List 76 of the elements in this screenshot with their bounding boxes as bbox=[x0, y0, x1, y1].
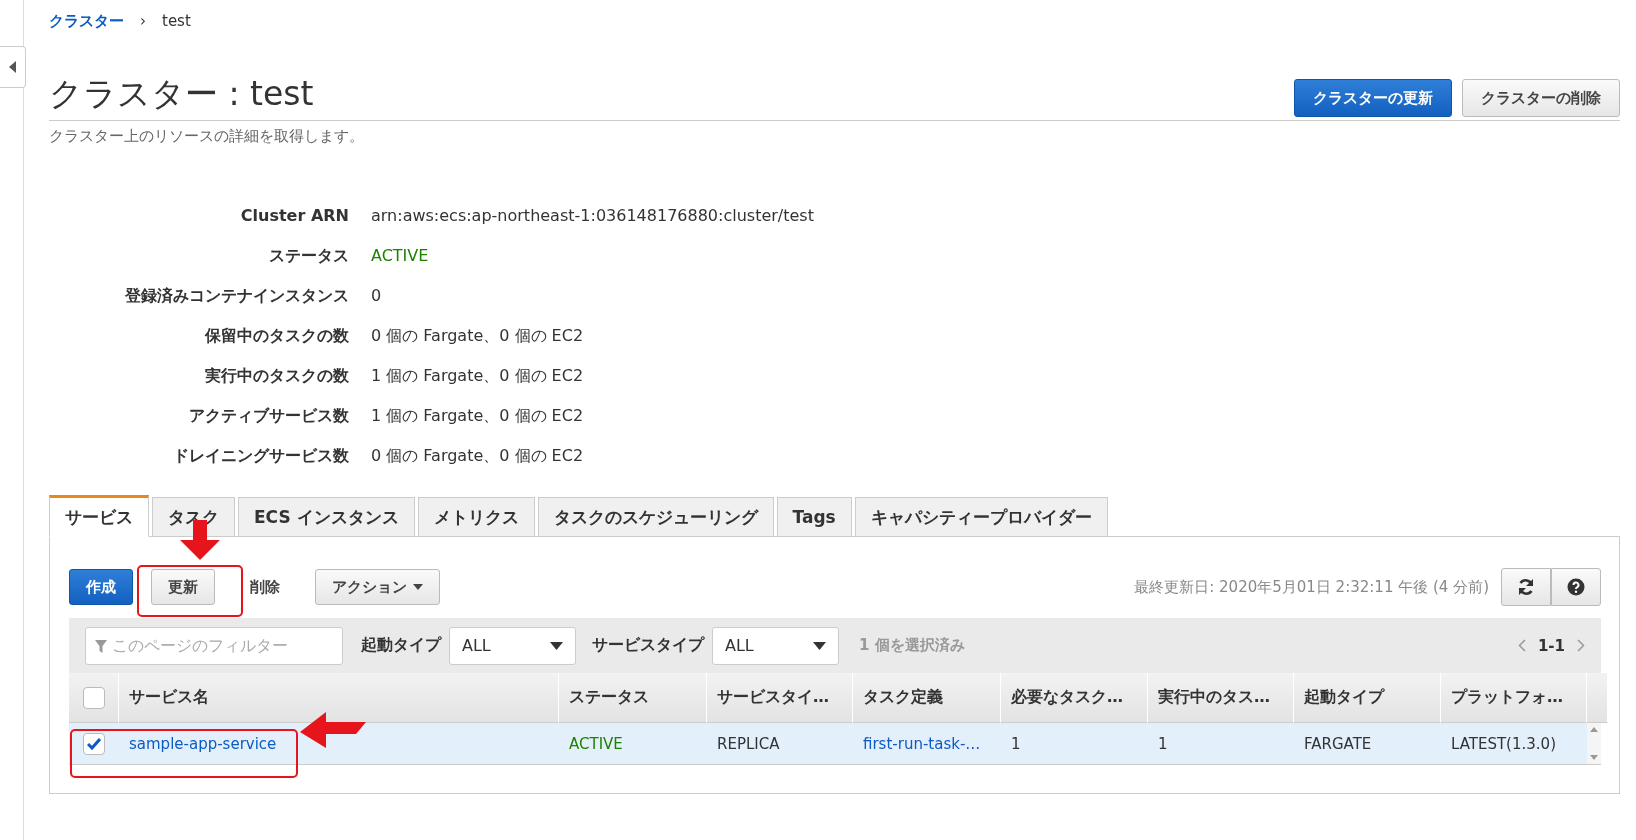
tab[interactable]: ECS インスタンス bbox=[238, 497, 415, 537]
scroll-up-icon[interactable] bbox=[1590, 727, 1598, 732]
caret-icon bbox=[550, 641, 563, 650]
table-link[interactable]: sample-app-service bbox=[119, 723, 559, 765]
detail-label: 保留中のタスクの数 bbox=[203, 325, 349, 347]
selection-count: 1 個を選択済み bbox=[859, 636, 965, 655]
column-header[interactable]: サービス名 bbox=[119, 673, 559, 723]
detail-value: 1 個の Fargate、0 個の EC2 bbox=[371, 405, 585, 427]
filter-field[interactable]: このページのフィルター bbox=[85, 626, 343, 665]
column-header[interactable]: タスク定義 bbox=[853, 673, 1001, 723]
table-cell: FARGATE bbox=[1294, 723, 1441, 765]
table-link[interactable]: first-run-task-… bbox=[853, 723, 1001, 765]
help-button[interactable] bbox=[1551, 568, 1601, 606]
delete-cluster-button[interactable]: クラスターの削除 bbox=[1462, 79, 1620, 117]
detail-label: Cluster ARN bbox=[239, 205, 349, 227]
table-cell: 1 bbox=[1148, 723, 1294, 765]
caret-icon bbox=[813, 641, 826, 650]
filter-dropdown[interactable]: ALL bbox=[712, 626, 839, 665]
column-header[interactable]: 必要なタスク… bbox=[1001, 673, 1148, 723]
table-cell: REPLICA bbox=[707, 723, 853, 765]
tab[interactable]: タスクのスケジューリング bbox=[537, 497, 774, 537]
table-cell: LATEST(1.3.0) bbox=[1441, 723, 1587, 765]
detail-value: 0 個の Fargate、0 個の EC2 bbox=[371, 445, 585, 467]
page-range: 1-1 bbox=[1537, 636, 1565, 655]
detail-value: arn:aws:ecs:ap-northeast-1:036148176880:cluster/test bbox=[371, 205, 815, 227]
tab[interactable]: Tags bbox=[776, 497, 852, 537]
scrollbar[interactable] bbox=[1587, 723, 1601, 765]
page-subtitle: クラスター上のリソースの詳細を取得します。 bbox=[49, 127, 365, 146]
table-cell: 1 bbox=[1001, 723, 1148, 765]
column-header[interactable]: ステータス bbox=[559, 673, 707, 723]
arrow-icon bbox=[300, 712, 366, 748]
next-page-icon[interactable] bbox=[1577, 639, 1585, 652]
detail-label: 登録済みコンテナインスタンス bbox=[124, 285, 349, 307]
column-header[interactable]: プラットフォ… bbox=[1441, 673, 1587, 723]
detail-label: 実行中のタスクの数 bbox=[204, 365, 349, 387]
actions-dropdown[interactable]: アクション bbox=[315, 569, 440, 605]
breadcrumb-link[interactable]: クラスター bbox=[49, 11, 124, 31]
filter-label: サービスタイプ bbox=[592, 635, 704, 656]
detail-value: 1 個の Fargate、0 個の EC2 bbox=[371, 365, 585, 387]
detail-value: 0 bbox=[371, 285, 383, 307]
table-row[interactable] bbox=[69, 723, 119, 765]
last-updated-text: 最終更新日: 2020年5月01日 2:32:11 午後 (4 分前) bbox=[1134, 577, 1489, 597]
filter-dropdown[interactable]: ALL bbox=[449, 626, 576, 665]
refresh-button[interactable] bbox=[1501, 568, 1551, 606]
check-icon bbox=[87, 737, 101, 750]
breadcrumb-separator: › bbox=[140, 12, 146, 30]
caret-icon bbox=[413, 584, 423, 590]
scroll-down-icon[interactable] bbox=[1590, 755, 1598, 760]
detail-label: ステータス bbox=[268, 245, 349, 267]
detail-value: 0 個の Fargate、0 個の EC2 bbox=[371, 325, 585, 347]
page-title: クラスター : test bbox=[49, 73, 314, 115]
refresh-icon bbox=[1517, 578, 1535, 596]
detail-value: ACTIVE bbox=[371, 245, 430, 267]
row-checkbox[interactable] bbox=[83, 732, 105, 755]
column-header[interactable]: 実行中のタス… bbox=[1148, 673, 1294, 723]
select-all-checkbox[interactable] bbox=[83, 686, 105, 709]
caret-icon bbox=[9, 61, 16, 73]
header-cell bbox=[1587, 673, 1608, 723]
breadcrumb-current: test bbox=[162, 12, 191, 30]
tab[interactable]: サービス bbox=[49, 495, 149, 537]
help-icon bbox=[1567, 578, 1585, 596]
tab[interactable]: キャパシティープロバイダー bbox=[854, 497, 1108, 537]
toolbar-button[interactable]: 更新 bbox=[151, 569, 215, 605]
filter-icon bbox=[95, 639, 107, 653]
toolbar-button[interactable]: 作成 bbox=[69, 569, 133, 605]
tab[interactable]: メトリクス bbox=[417, 497, 535, 537]
column-header[interactable]: 起動タイプ bbox=[1294, 673, 1441, 723]
detail-label: ドレイニングサービス数 bbox=[172, 445, 349, 467]
sidebar-toggle[interactable] bbox=[0, 46, 26, 88]
table-cell: ACTIVE bbox=[559, 723, 707, 765]
toolbar-button[interactable]: 削除 bbox=[233, 569, 297, 605]
detail-label: アクティブサービス数 bbox=[188, 405, 349, 427]
update-cluster-button[interactable]: クラスターの更新 bbox=[1294, 79, 1452, 117]
previous-page-icon[interactable] bbox=[1517, 639, 1526, 652]
filter-label: 起動タイプ bbox=[361, 635, 441, 656]
column-header[interactable]: サービスタイ… bbox=[707, 673, 853, 723]
